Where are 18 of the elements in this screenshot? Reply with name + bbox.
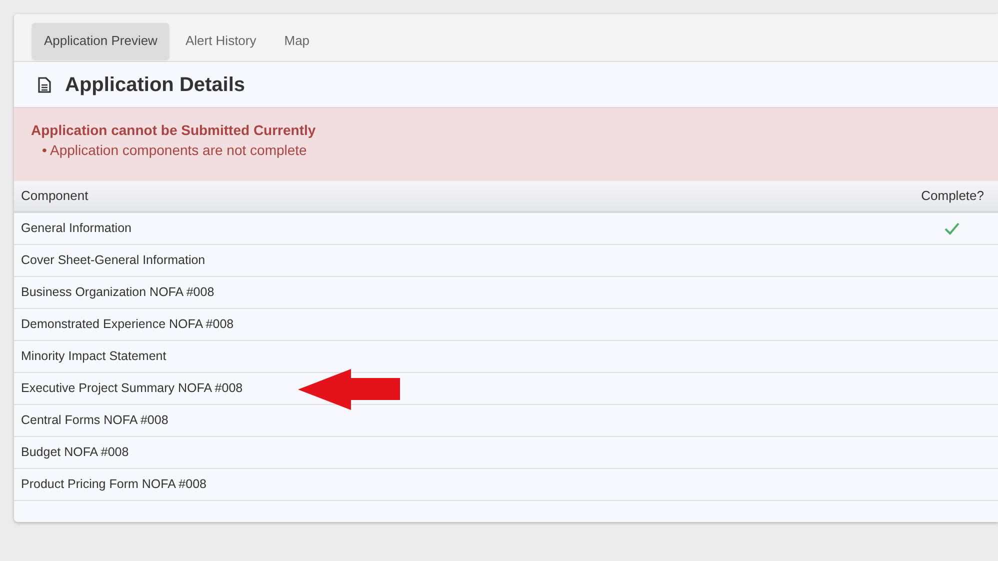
table-cell-text: Budget NOFA #008	[21, 444, 129, 462]
table-cell-text: Demonstrated Experience NOFA #008	[21, 316, 234, 334]
table-cell-text: Cover Sheet-General Information	[21, 252, 206, 270]
table-cell-text: Executive Project Summary NOFA #008	[21, 380, 243, 398]
table-cell-text: Minority Impact Statement	[21, 348, 166, 366]
tab[interactable]: Map	[272, 22, 322, 58]
alert-title: Application cannot be Submitted Currently	[31, 121, 317, 140]
alert-message: • Application components are not complete	[42, 141, 308, 160]
document-icon	[38, 76, 51, 92]
panel-title: Application Details	[65, 72, 246, 96]
tab[interactable]: Alert History	[173, 22, 268, 58]
tab[interactable]: Application Preview	[32, 22, 170, 58]
table-cell-text: Central Forms NOFA #008	[21, 412, 168, 430]
column-header: Component	[21, 187, 88, 206]
table-cell-text: Product Pricing Form NOFA #008	[21, 476, 206, 494]
table-cell-text: Business Organization NOFA #008	[21, 284, 214, 302]
table-cell-text: General Information	[21, 220, 132, 238]
column-header: Complete?	[921, 187, 984, 206]
